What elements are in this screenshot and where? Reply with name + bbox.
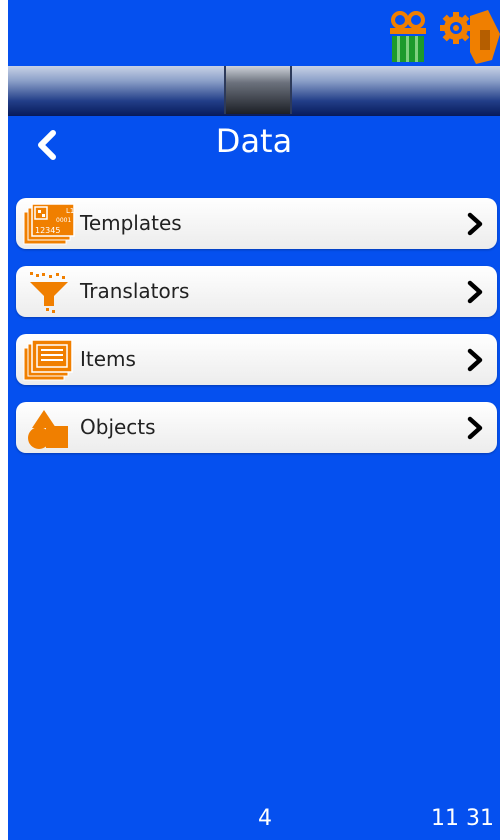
tab-strip [8,66,500,116]
chevron-right-icon [467,416,483,440]
template-icon-line3: 12345 [35,226,60,235]
menu-item-label: Objects [80,415,156,439]
printer-settings-icon [440,10,500,64]
template-icon-line1: L1 [66,207,74,215]
menu-list: L1 0001 12345 Templates Translators Item… [16,198,497,470]
menu-item-label: Translators [80,279,190,303]
list-icon [23,339,73,381]
screen-edge [0,0,8,840]
menu-item-objects[interactable]: Objects [16,402,497,453]
chevron-right-icon [467,348,483,372]
header: Data [8,116,500,172]
ink-tape-icon [390,11,426,62]
tab-handle[interactable] [224,66,292,114]
template-icon: L1 0001 12345 [23,203,75,245]
menu-item-templates[interactable]: L1 0001 12345 Templates [16,198,497,249]
funnel-icon [30,272,68,313]
clock-time: 11 31 [431,806,494,831]
template-icon-line2: 0001 [56,217,71,224]
status-bar [8,0,500,66]
menu-item-translators[interactable]: Translators [16,266,497,317]
shapes-icon [28,410,68,449]
chevron-right-icon [467,280,483,304]
menu-item-label: Items [80,347,136,371]
menu-item-label: Templates [80,211,182,235]
chevron-right-icon [467,212,483,236]
menu-item-items[interactable]: Items [16,334,497,385]
page-title: Data [215,122,293,160]
page-number: 4 [258,806,272,831]
